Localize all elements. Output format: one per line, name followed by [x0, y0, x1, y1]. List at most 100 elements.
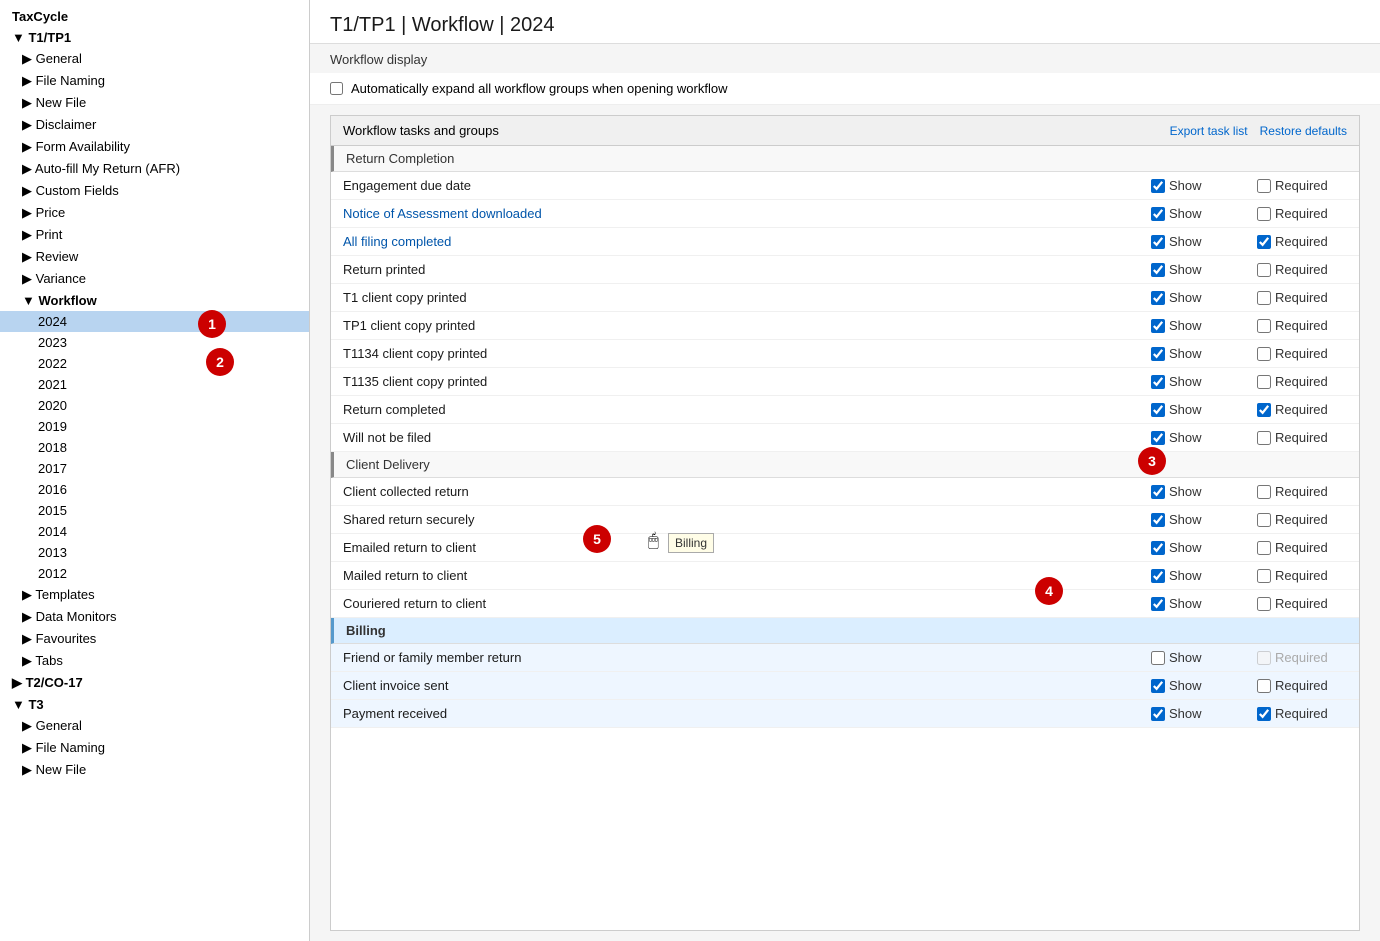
required-checkbox[interactable] [1257, 513, 1271, 527]
sidebar-item-workflow[interactable]: ▼ Workflow [0, 290, 309, 311]
required-label: Required [1275, 290, 1328, 305]
auto-expand-label[interactable]: Automatically expand all workflow groups… [351, 81, 727, 96]
sidebar-item-2015[interactable]: 2015 [0, 500, 309, 521]
sidebar-item-2018[interactable]: 2018 [0, 437, 309, 458]
sidebar-item-data-monitors[interactable]: ▶ Data Monitors [0, 606, 309, 628]
required-checkbox[interactable] [1257, 291, 1271, 305]
required-checkbox[interactable] [1257, 679, 1271, 693]
sidebar-item-2017[interactable]: 2017 [0, 458, 309, 479]
group-header-return-completion[interactable]: Return Completion [331, 146, 1359, 172]
sidebar-item-t2co17[interactable]: ▶ T2/CO-17 [0, 672, 309, 694]
sidebar-item-tabs[interactable]: ▶ Tabs [0, 650, 309, 672]
show-checkbox[interactable] [1151, 207, 1165, 221]
show-checkbox[interactable] [1151, 291, 1165, 305]
required-checkbox[interactable] [1257, 207, 1271, 221]
main-content: T1/TP1 | Workflow | 2024 Workflow displa… [310, 0, 1380, 941]
sidebar-item-label-2013: 2013 [38, 545, 67, 560]
sidebar-item-label-t3: ▼ T3 [12, 697, 44, 712]
show-checkbox[interactable] [1151, 513, 1165, 527]
sidebar-item-t3-new-file[interactable]: ▶ New File [0, 759, 309, 781]
sidebar-item-taxcycle[interactable]: TaxCycle [0, 6, 309, 27]
restore-defaults-link[interactable]: Restore defaults [1260, 124, 1347, 138]
sidebar-item-2024[interactable]: 2024 [0, 311, 309, 332]
show-label: Show [1169, 318, 1202, 333]
sidebar-item-label-disclaimer: ▶ Disclaimer [22, 117, 96, 133]
sidebar-item-label-price: ▶ Price [22, 205, 65, 221]
sidebar-item-autofill[interactable]: ▶ Auto-fill My Return (AFR) [0, 158, 309, 180]
show-checkbox[interactable] [1151, 431, 1165, 445]
sidebar-item-label-data-monitors: ▶ Data Monitors [22, 609, 117, 625]
sidebar-item-label-t3-file-naming: ▶ File Naming [22, 740, 105, 756]
required-checkbox[interactable] [1257, 541, 1271, 555]
required-checkbox[interactable] [1257, 597, 1271, 611]
sidebar-item-file-naming[interactable]: ▶ File Naming [0, 70, 309, 92]
task-controls: ShowRequired [1107, 596, 1347, 611]
show-checkbox[interactable] [1151, 375, 1165, 389]
show-checkbox[interactable] [1151, 597, 1165, 611]
export-task-list-link[interactable]: Export task list [1170, 124, 1248, 138]
show-checkbox-group: Show [1151, 290, 1241, 305]
show-checkbox[interactable] [1151, 403, 1165, 417]
required-checkbox-group: Required [1257, 346, 1347, 361]
show-checkbox[interactable] [1151, 485, 1165, 499]
show-label: Show [1169, 430, 1202, 445]
sidebar-item-2014[interactable]: 2014 [0, 521, 309, 542]
sidebar-item-2013[interactable]: 2013 [0, 542, 309, 563]
group-header-billing[interactable]: Billing [331, 618, 1359, 644]
sidebar-item-t3-general[interactable]: ▶ General [0, 715, 309, 737]
required-checkbox[interactable] [1257, 235, 1271, 249]
show-checkbox-group: Show [1151, 512, 1241, 527]
sidebar-item-print[interactable]: ▶ Print [0, 224, 309, 246]
show-checkbox[interactable] [1151, 651, 1165, 665]
sidebar-item-2012[interactable]: 2012 [0, 563, 309, 584]
required-checkbox[interactable] [1257, 179, 1271, 193]
sidebar-item-2023[interactable]: 2023 [0, 332, 309, 353]
required-label: Required [1275, 650, 1328, 665]
required-label: Required [1275, 178, 1328, 193]
required-checkbox[interactable] [1257, 431, 1271, 445]
sidebar-item-2022[interactable]: 2022 [0, 353, 309, 374]
sidebar-item-price[interactable]: ▶ Price [0, 202, 309, 224]
required-checkbox[interactable] [1257, 375, 1271, 389]
required-checkbox[interactable] [1257, 651, 1271, 665]
sidebar-item-custom-fields[interactable]: ▶ Custom Fields [0, 180, 309, 202]
sidebar-item-2021[interactable]: 2021 [0, 374, 309, 395]
show-checkbox[interactable] [1151, 263, 1165, 277]
sidebar-item-templates[interactable]: ▶ Templates [0, 584, 309, 606]
required-checkbox[interactable] [1257, 403, 1271, 417]
required-checkbox[interactable] [1257, 347, 1271, 361]
show-checkbox[interactable] [1151, 569, 1165, 583]
show-checkbox[interactable] [1151, 347, 1165, 361]
sidebar-item-2020[interactable]: 2020 [0, 395, 309, 416]
required-checkbox[interactable] [1257, 263, 1271, 277]
sidebar-item-disclaimer[interactable]: ▶ Disclaimer [0, 114, 309, 136]
sidebar-item-2019[interactable]: 2019 [0, 416, 309, 437]
sidebar-item-2016[interactable]: 2016 [0, 479, 309, 500]
group-header-client-delivery[interactable]: Client Delivery [331, 452, 1359, 478]
required-checkbox[interactable] [1257, 485, 1271, 499]
show-checkbox[interactable] [1151, 707, 1165, 721]
show-checkbox[interactable] [1151, 179, 1165, 193]
show-checkbox[interactable] [1151, 319, 1165, 333]
show-checkbox[interactable] [1151, 235, 1165, 249]
show-checkbox[interactable] [1151, 541, 1165, 555]
sidebar-item-t3[interactable]: ▼ T3 [0, 694, 309, 715]
sidebar-item-new-file[interactable]: ▶ New File [0, 92, 309, 114]
required-checkbox[interactable] [1257, 319, 1271, 333]
task-label: Return completed [343, 402, 1107, 417]
sidebar-item-review[interactable]: ▶ Review [0, 246, 309, 268]
show-checkbox[interactable] [1151, 679, 1165, 693]
sidebar-item-form-availability[interactable]: ▶ Form Availability [0, 136, 309, 158]
required-checkbox[interactable] [1257, 707, 1271, 721]
task-label: Engagement due date [343, 178, 1107, 193]
show-checkbox-group: Show [1151, 318, 1241, 333]
required-checkbox[interactable] [1257, 569, 1271, 583]
auto-expand-checkbox[interactable] [330, 82, 343, 95]
sidebar-item-favourites[interactable]: ▶ Favourites [0, 628, 309, 650]
show-label: Show [1169, 234, 1202, 249]
sidebar-item-general[interactable]: ▶ General [0, 48, 309, 70]
sidebar-item-t3-file-naming[interactable]: ▶ File Naming [0, 737, 309, 759]
task-label: T1135 client copy printed [343, 374, 1107, 389]
sidebar-item-variance[interactable]: ▶ Variance [0, 268, 309, 290]
sidebar-item-t1tp1[interactable]: ▼ T1/TP1 [0, 27, 309, 48]
